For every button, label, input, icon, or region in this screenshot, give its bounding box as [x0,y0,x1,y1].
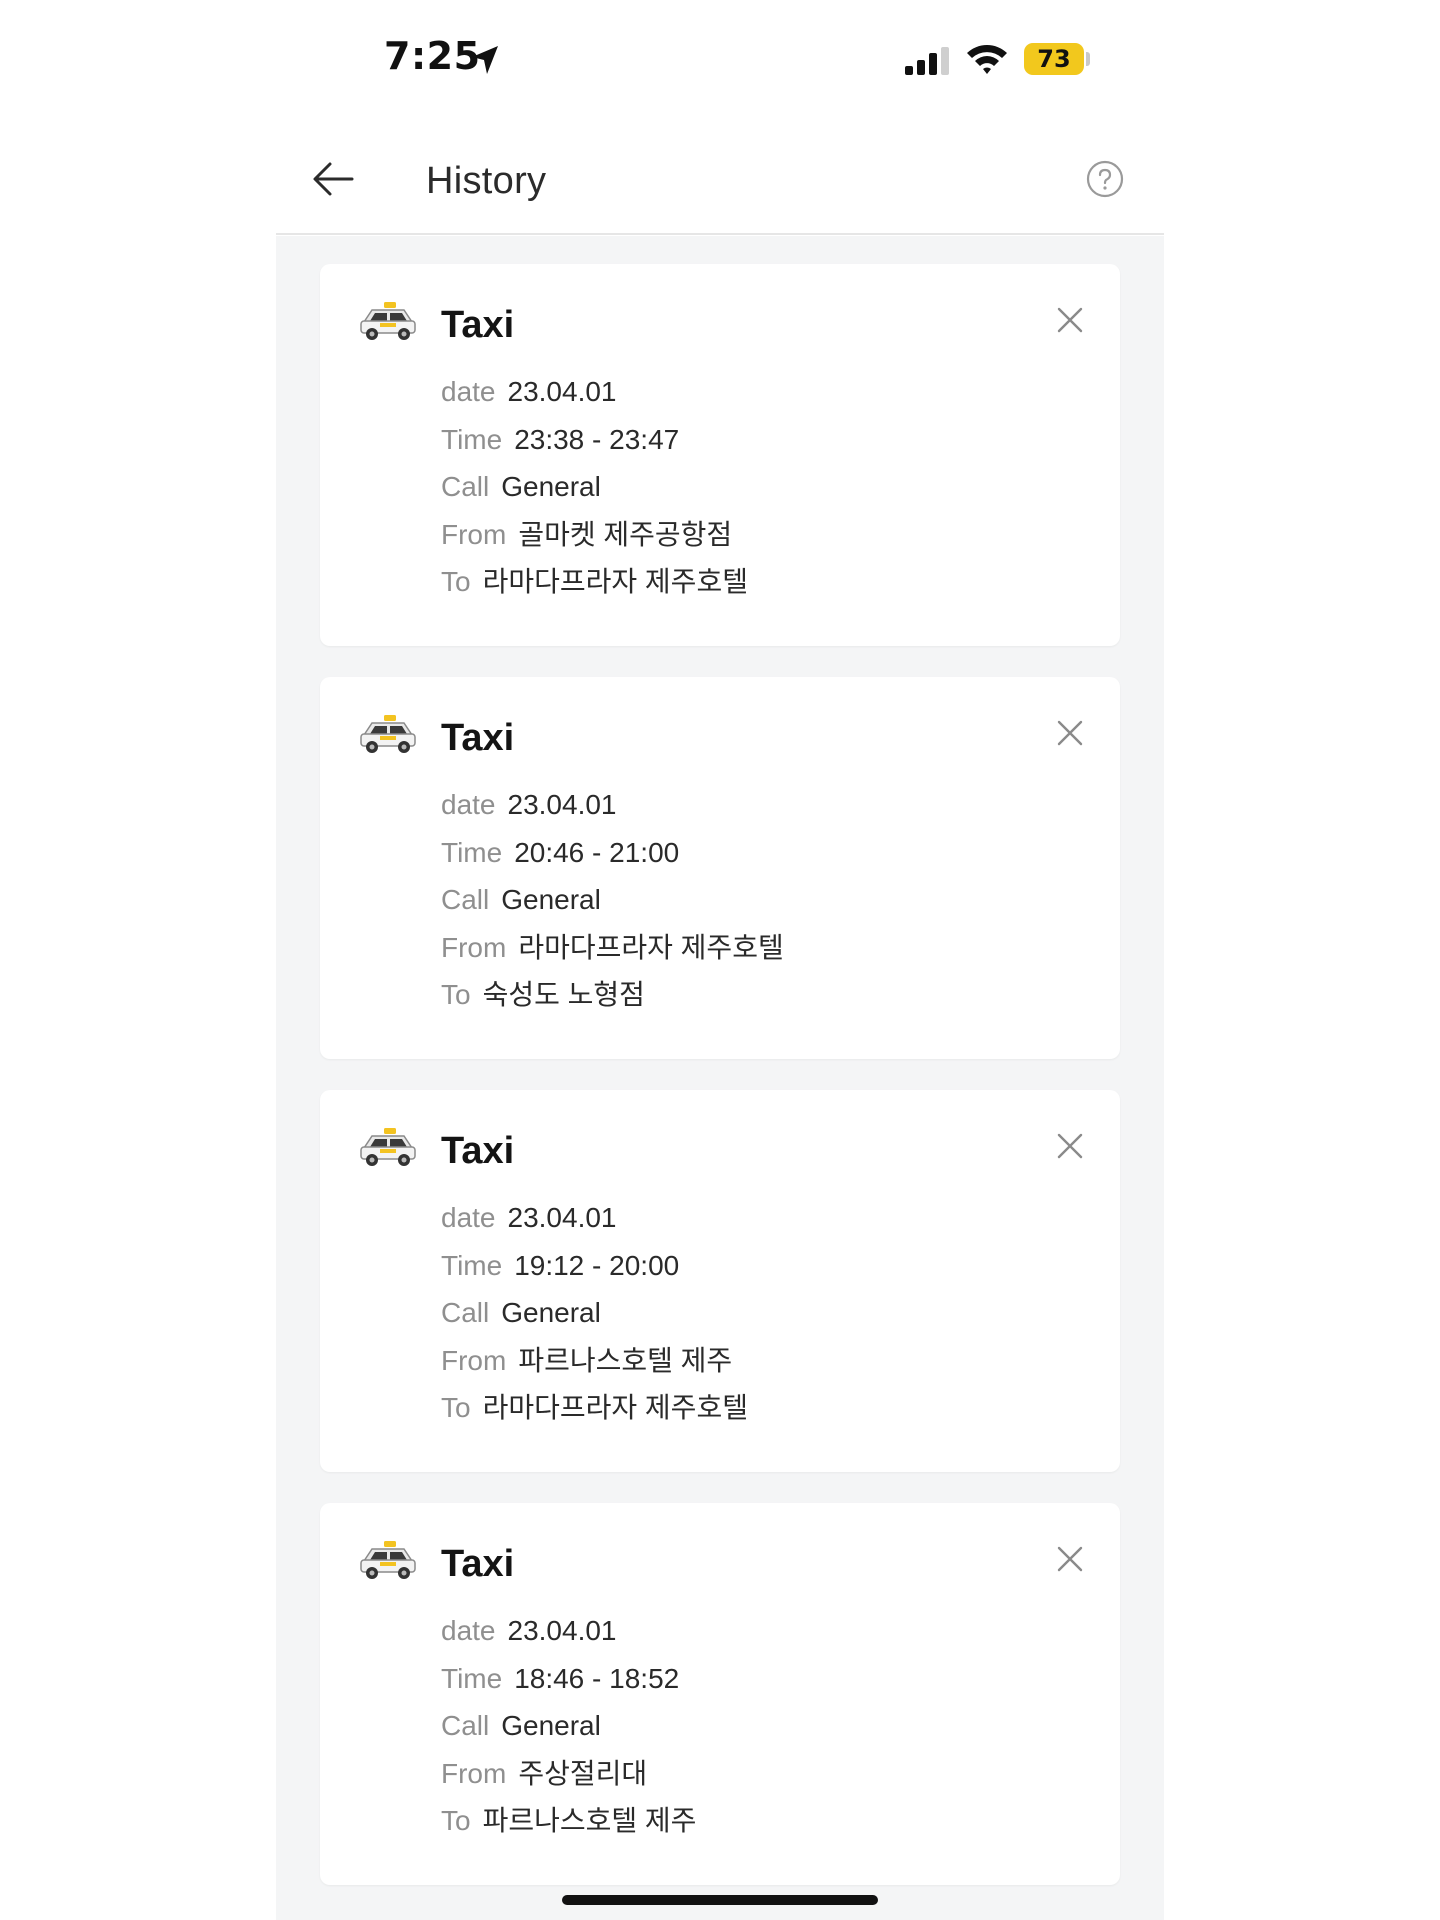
ride-from: 라마다프라자 제주호텔 [518,931,784,963]
ride-from: 골마켓 제주공항점 [518,518,733,550]
ride-type-title: Taxi [441,717,515,759]
ride-card[interactable]: Taxi date 23.04.01 Time 23:38 - 23:47 Call… [320,264,1120,646]
time-label: Time [441,1662,503,1694]
to-label: To [441,979,471,1010]
from-label: From [441,931,507,963]
arrow-left-icon[interactable] [312,160,354,198]
ride-to: 라마다프라자 제주호텔 [482,566,748,597]
question-circle-icon[interactable] [1086,160,1124,198]
ride-from: 파르나스호텔 제주 [518,1344,733,1376]
status-time: 7:25 [384,34,481,78]
ride-call: General [501,1710,601,1741]
location-arrow-icon [472,46,498,74]
wifi-icon [967,45,1007,74]
close-icon[interactable] [1057,1133,1083,1159]
from-label: From [441,518,507,550]
call-label: Call [441,471,490,502]
cellular-signal-icon [905,47,949,75]
ride-details: date 23.04.01 Time 23:38 - 23:47 Call Gener… [441,376,748,614]
app-header: History [276,120,1164,235]
ride-date-row: date 23.04.01 [441,376,748,424]
ride-call-row: Call General [441,1297,748,1345]
from-label: From [441,1344,507,1376]
page-title: History [426,160,547,202]
ride-date: 23.04.01 [507,1202,617,1233]
ride-time-row: Time 20:46 - 21:00 [441,837,784,885]
ride-to: 라마다프라자 제주호텔 [482,1392,748,1423]
ride-to-row: To 파르나스호텔 제주 [441,1805,696,1853]
ride-call-row: Call General [441,884,784,932]
ride-details: date 23.04.01 Time 20:46 - 21:00 Call Gener… [441,789,784,1027]
ride-card[interactable]: Taxi date 23.04.01 Time 19:12 - 20:00 Call… [320,1090,1120,1472]
call-label: Call [441,1297,490,1328]
ride-call: General [501,884,601,915]
ride-from-row: From 주상절리대 [441,1758,696,1806]
status-bar: 7:25 73 [0,0,1440,120]
ride-card[interactable]: Taxi date 23.04.01 Time 20:46 - 21:00 Call… [320,677,1120,1059]
taxi-icon [360,302,416,340]
ride-date: 23.04.01 [507,376,617,407]
to-label: To [441,1392,471,1423]
from-label: From [441,1757,507,1789]
ride-to-row: To 라마다프라자 제주호텔 [441,1392,748,1440]
home-indicator[interactable] [562,1895,878,1905]
date-label: date [441,376,496,407]
close-icon[interactable] [1057,1546,1083,1572]
ride-from-row: From 골마켓 제주공항점 [441,519,748,567]
close-icon[interactable] [1057,720,1083,746]
ride-from: 주상절리대 [518,1757,648,1789]
call-label: Call [441,1710,490,1741]
ride-type-title: Taxi [441,304,515,346]
ride-call: General [501,1297,601,1328]
ride-card[interactable]: Taxi date 23.04.01 Time 18:46 - 18:52 Call… [320,1503,1120,1885]
date-label: date [441,1202,496,1233]
ride-call: General [501,471,601,502]
ride-time: 18:46 - 18:52 [514,1662,680,1694]
ride-time: 19:12 - 20:00 [514,1249,680,1281]
to-label: To [441,566,471,597]
ride-to: 파르나스호텔 제주 [482,1805,697,1836]
ride-date: 23.04.01 [507,789,617,820]
call-label: Call [441,884,490,915]
taxi-icon [360,715,416,753]
ride-time-row: Time 19:12 - 20:00 [441,1250,748,1298]
ride-date-row: date 23.04.01 [441,1615,696,1663]
ride-type-title: Taxi [441,1543,515,1585]
to-label: To [441,1805,471,1836]
ride-to-row: To 라마다프라자 제주호텔 [441,566,748,614]
ride-time: 23:38 - 23:47 [514,423,680,455]
taxi-icon [360,1541,416,1579]
close-icon[interactable] [1057,307,1083,333]
date-label: date [441,789,496,820]
ride-to: 숙성도 노형점 [482,979,645,1010]
history-list: Taxi date 23.04.01 Time 23:38 - 23:47 Call… [276,236,1164,1920]
ride-date: 23.04.01 [507,1615,617,1646]
battery-level: 73 [1024,43,1084,75]
ride-time-row: Time 18:46 - 18:52 [441,1663,696,1711]
time-label: Time [441,1249,503,1281]
ride-date-row: date 23.04.01 [441,1202,748,1250]
time-label: Time [441,836,503,868]
ride-from-row: From 파르나스호텔 제주 [441,1345,748,1393]
date-label: date [441,1615,496,1646]
ride-time: 20:46 - 21:00 [514,836,680,868]
ride-date-row: date 23.04.01 [441,789,784,837]
taxi-icon [360,1128,416,1166]
ride-call-row: Call General [441,1710,696,1758]
ride-from-row: From 라마다프라자 제주호텔 [441,932,784,980]
ride-details: date 23.04.01 Time 19:12 - 20:00 Call Gener… [441,1202,748,1440]
ride-to-row: To 숙성도 노형점 [441,979,784,1027]
ride-time-row: Time 23:38 - 23:47 [441,424,748,472]
battery-cap [1086,52,1090,66]
time-label: Time [441,423,503,455]
ride-call-row: Call General [441,471,748,519]
ride-type-title: Taxi [441,1130,515,1172]
ride-details: date 23.04.01 Time 18:46 - 18:52 Call Gener… [441,1615,696,1853]
